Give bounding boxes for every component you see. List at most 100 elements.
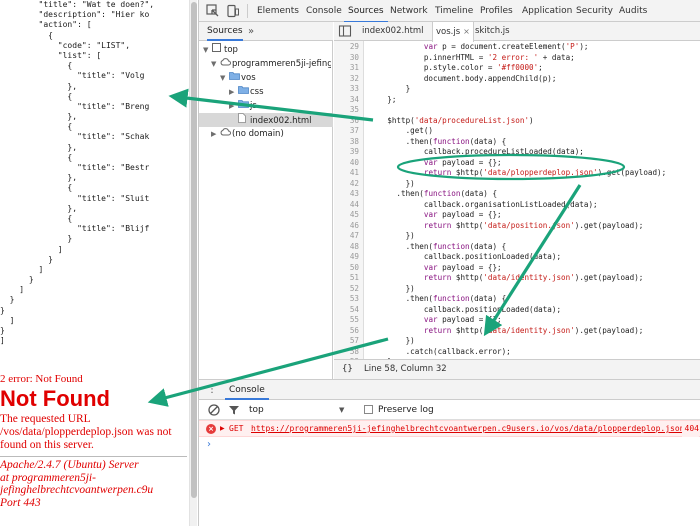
expand-arrow-icon[interactable]: ▼ — [220, 71, 229, 85]
code-line[interactable]: p.innerHTML = '2 error: ' + data; — [369, 53, 575, 64]
chevron-down-icon[interactable]: ▼ — [339, 400, 344, 420]
code-line[interactable]: }) — [369, 336, 415, 347]
code-line[interactable]: callback.positionLoaded(data); — [369, 252, 561, 263]
collapse-arrow-icon[interactable]: ▶ — [211, 127, 220, 141]
code-line[interactable]: $http('data/procedureList.json') — [369, 116, 533, 127]
code-line[interactable]: callback.procedureListLoaded(data); — [369, 147, 584, 158]
line-number[interactable]: 35 — [334, 105, 359, 116]
preserve-log-checkbox[interactable] — [364, 405, 373, 414]
code-line[interactable]: }) — [369, 231, 415, 242]
toggle-navigator-icon[interactable] — [338, 24, 352, 38]
code-line[interactable]: .then(function(data) { — [369, 242, 507, 253]
code-line[interactable]: }) — [369, 179, 415, 190]
line-number[interactable]: 34 — [334, 95, 359, 106]
line-number[interactable]: 43 — [334, 189, 359, 200]
line-number[interactable]: 46 — [334, 221, 359, 232]
line-number[interactable]: 55 — [334, 315, 359, 326]
line-number[interactable]: 50 — [334, 263, 359, 274]
code-line[interactable]: return $http('data/plopperdeplop.json').… — [369, 168, 666, 179]
console-prompt[interactable]: › — [207, 438, 211, 452]
tab-audits[interactable]: Audits — [619, 0, 647, 22]
line-number[interactable]: 30 — [334, 53, 359, 64]
line-number[interactable]: 32 — [334, 74, 359, 85]
line-number[interactable]: 58 — [334, 347, 359, 358]
code-line[interactable]: p.style.color = '#ff0000'; — [369, 63, 543, 74]
line-number[interactable]: 33 — [334, 84, 359, 95]
device-toolbar-icon[interactable] — [226, 4, 240, 18]
tree-item-css[interactable]: ▶ css — [229, 85, 331, 99]
line-number[interactable]: 37 — [334, 126, 359, 137]
tab-elements[interactable]: Elements — [257, 0, 299, 22]
line-number[interactable]: 38 — [334, 137, 359, 148]
code-line[interactable]: document.body.appendChild(p); — [369, 74, 557, 85]
filter-icon[interactable] — [227, 403, 241, 417]
line-number[interactable]: 41 — [334, 168, 359, 179]
more-tabs-button[interactable]: » — [248, 22, 254, 41]
line-number[interactable]: 29 — [334, 42, 359, 53]
code-line[interactable]: }) — [369, 284, 415, 295]
line-number[interactable]: 44 — [334, 200, 359, 211]
code-line[interactable]: callback.positionLoaded(data); — [369, 305, 561, 316]
code-line[interactable]: var payload = {}; — [369, 158, 502, 169]
code-area[interactable]: var p = document.createElement('P'); p.i… — [365, 41, 700, 359]
close-tab-icon[interactable]: × — [463, 27, 470, 36]
line-number[interactable]: 42 — [334, 179, 359, 190]
request-url-link[interactable]: https://programmeren5ji-jefinghelbrechtc… — [251, 421, 684, 437]
code-line[interactable]: var payload = {}; — [369, 210, 502, 221]
expand-arrow-icon[interactable]: ▶ — [220, 424, 225, 434]
expand-arrow-icon[interactable]: ▼ — [203, 43, 212, 57]
line-number[interactable]: 53 — [334, 294, 359, 305]
line-number[interactable]: 51 — [334, 273, 359, 284]
code-line[interactable]: .get() — [369, 126, 433, 137]
tab-timeline[interactable]: Timeline — [435, 0, 473, 22]
pretty-print-button[interactable]: {} — [342, 360, 353, 379]
code-line[interactable]: .then(function(data) { — [369, 137, 507, 148]
line-number[interactable]: 54 — [334, 305, 359, 316]
editor-tab-index002[interactable]: index002.html — [362, 22, 424, 41]
inspect-element-icon[interactable] — [206, 4, 220, 18]
editor-tab-skitch[interactable]: skitch.js — [475, 22, 510, 41]
tree-item-no-domain[interactable]: ▶ (no domain) — [211, 127, 331, 141]
line-number[interactable]: 31 — [334, 63, 359, 74]
navigator-tab-sources[interactable]: Sources — [207, 22, 243, 41]
code-line[interactable]: return $http('data/identity.json').get(p… — [369, 326, 643, 337]
tab-network[interactable]: Network — [390, 0, 428, 22]
code-line[interactable]: .catch(callback.error); — [369, 347, 511, 358]
code-line[interactable]: .then(function(data) { — [369, 189, 497, 200]
tree-item-top[interactable]: ▼ top — [203, 43, 331, 57]
code-line[interactable]: .then(function(data) { — [369, 294, 507, 305]
code-line[interactable]: } — [369, 84, 411, 95]
tab-profiles[interactable]: Profiles — [480, 0, 513, 22]
line-number[interactable]: 52 — [334, 284, 359, 295]
context-selector[interactable]: top — [249, 400, 264, 420]
code-line[interactable]: return $http('data/identity.json').get(p… — [369, 273, 643, 284]
line-number[interactable]: 45 — [334, 210, 359, 221]
tree-item-origin[interactable]: ▼ programmeren5ji-jefinghelbrechtcvoantwe… — [211, 57, 331, 71]
line-number[interactable]: 49 — [334, 252, 359, 263]
line-number[interactable]: 36 — [334, 116, 359, 127]
tab-security[interactable]: Security — [576, 0, 613, 22]
drawer-tab-console[interactable]: Console — [225, 380, 269, 400]
drawer-menu-icon[interactable]: ⋮ — [207, 380, 217, 400]
code-line[interactable]: }; — [369, 95, 396, 106]
collapse-arrow-icon[interactable]: ▶ — [229, 85, 238, 99]
page-scrollbar[interactable] — [189, 0, 197, 526]
tree-item-js[interactable]: ▶ js — [229, 99, 331, 113]
line-number[interactable]: 57 — [334, 336, 359, 347]
clear-console-icon[interactable] — [207, 403, 221, 417]
line-number[interactable]: 48 — [334, 242, 359, 253]
code-line[interactable]: var payload = {}; — [369, 315, 502, 326]
code-line[interactable]: var p = document.createElement('P'); — [369, 42, 589, 53]
tab-sources[interactable]: Sources — [344, 0, 388, 23]
line-number[interactable]: 56 — [334, 326, 359, 337]
code-line[interactable]: var payload = {}; — [369, 263, 502, 274]
code-line[interactable]: return $http('data/position.json').get(p… — [369, 221, 643, 232]
line-number[interactable]: 39 — [334, 147, 359, 158]
tab-console[interactable]: Console — [306, 0, 342, 22]
scrollbar-thumb[interactable] — [191, 2, 197, 498]
line-number[interactable]: 40 — [334, 158, 359, 169]
editor-tab-vos[interactable]: vos.js × — [432, 22, 474, 42]
console-error-message[interactable]: × ▶ GET https://programmeren5ji-jefinghe… — [199, 420, 700, 437]
collapse-arrow-icon[interactable]: ▶ — [229, 99, 238, 113]
line-number[interactable]: 47 — [334, 231, 359, 242]
